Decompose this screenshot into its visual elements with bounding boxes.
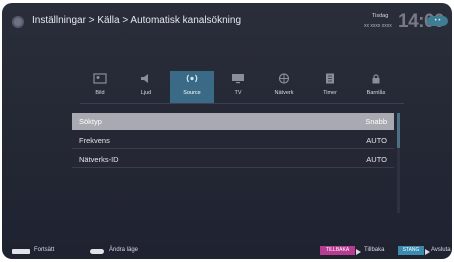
date-text: xx xxxx xxxx: [364, 23, 392, 29]
tab-label: Nätverk: [274, 90, 294, 96]
scrollbar-thumb[interactable]: [397, 113, 400, 148]
footer-continue-label: Fortsätt: [34, 247, 55, 253]
tab-label: Source: [183, 90, 201, 96]
breadcrumb: Inställningar > Källa > Automatisk kanal…: [32, 15, 242, 26]
settings-list: Söktyp Snabb Frekvens AUTO Nätverks-ID A…: [72, 113, 394, 170]
ok-key-icon: [12, 249, 30, 254]
picture-icon: [93, 73, 107, 84]
lock-icon: [372, 74, 380, 84]
tab-timer[interactable]: Timer: [308, 71, 352, 103]
tab-label: Barnlås: [366, 90, 386, 96]
tab-bild[interactable]: Bild: [78, 71, 122, 103]
tab-ljud[interactable]: Ljud: [124, 71, 168, 103]
setting-label: Söktyp: [79, 117, 102, 126]
tab-tv[interactable]: TV: [216, 71, 260, 103]
arrow-right-icon: [425, 249, 430, 255]
speaker-icon: [141, 74, 148, 83]
setting-label: Frekvens: [79, 136, 110, 145]
tab-label: Timer: [323, 90, 337, 96]
tab-natverk[interactable]: Nätverk: [262, 71, 306, 103]
arrow-right-icon: [356, 249, 361, 255]
footer-back-label: Tillbaka: [364, 247, 385, 253]
setting-label: Nätverks-ID: [79, 155, 119, 164]
status-indicator-icon: • •: [427, 16, 448, 26]
footer-exit-label: Avsluta: [431, 247, 451, 253]
back-key-button[interactable]: TILLBAKA: [320, 246, 355, 255]
tab-label: Bild: [95, 90, 105, 96]
footer-hints: Fortsätt Ändra läge TILLBAKA Tillbaka ST…: [2, 243, 452, 259]
antenna-icon: [186, 74, 198, 83]
tab-divider: [80, 103, 404, 104]
timer-icon: [326, 73, 334, 84]
stop-key-button[interactable]: STANG: [398, 246, 424, 255]
network-icon: [278, 73, 290, 84]
tab-barnlas[interactable]: Barnlås: [354, 71, 398, 103]
tv-menu-screen: Inställningar > Källa > Automatisk kanal…: [2, 3, 452, 259]
tab-label: TV: [234, 90, 242, 96]
setting-value: AUTO: [366, 136, 387, 145]
setting-value: Snabb: [365, 117, 387, 126]
setting-value: AUTO: [366, 155, 387, 164]
tab-source[interactable]: Source: [170, 71, 214, 103]
arrow-keys-icon: [90, 249, 104, 254]
setting-row-natverks-id[interactable]: Nätverks-ID AUTO: [72, 151, 394, 168]
settings-tabs: Bild Ljud Source TV Nätverk Timer Barnlå…: [80, 71, 404, 105]
date-day: Tisdag: [372, 13, 389, 19]
setting-row-frekvens[interactable]: Frekvens AUTO: [72, 132, 394, 149]
settings-gear-icon: [12, 16, 24, 28]
footer-change-mode-label: Ändra läge: [109, 247, 139, 253]
setting-row-soktyp[interactable]: Söktyp Snabb: [72, 113, 394, 130]
tab-label: Ljud: [140, 90, 152, 96]
tv-icon: [232, 74, 244, 84]
